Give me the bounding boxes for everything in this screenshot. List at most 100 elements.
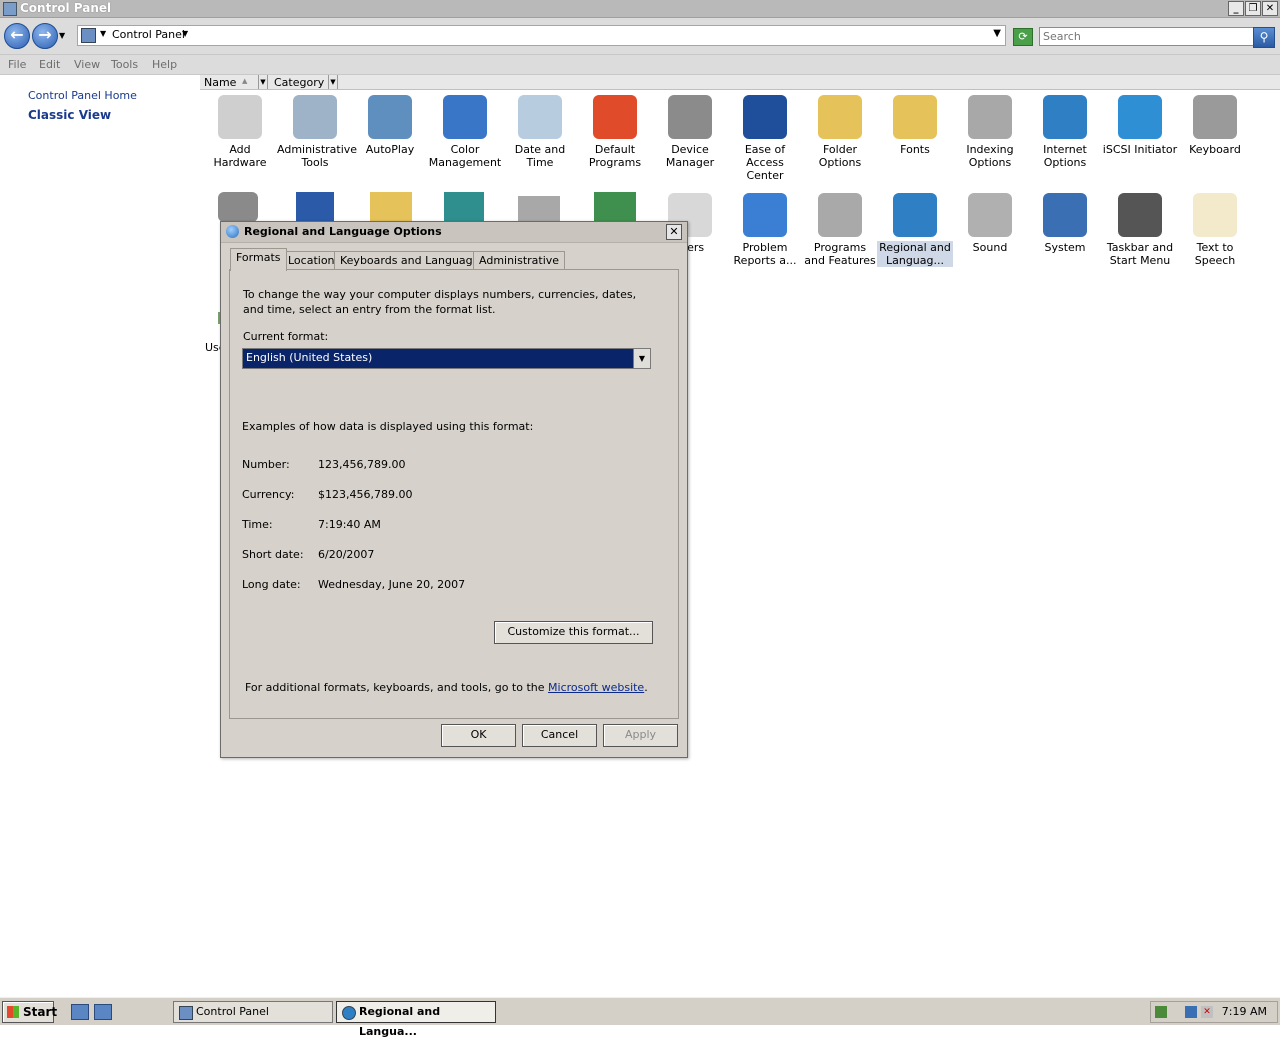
column-header-category[interactable]: Category <box>274 76 324 89</box>
menu-help[interactable]: Help <box>152 58 177 71</box>
globe-icon <box>342 1006 356 1020</box>
control-panel-item[interactable]: Sound <box>952 193 1028 254</box>
chevron-down-icon[interactable]: ▼ <box>182 29 188 38</box>
search-input[interactable] <box>1039 27 1255 46</box>
control-panel-item-label: Text to Speech <box>1194 241 1236 267</box>
address-dropdown-icon[interactable]: ▼ <box>993 28 1001 39</box>
column-name-dropdown-icon[interactable]: ▼ <box>258 75 268 89</box>
control-panel-item[interactable]: Ease of Access Center <box>727 95 803 182</box>
tab-location[interactable]: Location <box>282 251 341 270</box>
show-desktop-icon[interactable] <box>94 1004 112 1020</box>
control-panel-item[interactable]: Regional and Languag... <box>877 193 953 267</box>
globe-icon <box>226 225 239 238</box>
minimize-button[interactable]: _ <box>1228 1 1244 16</box>
column-header-name[interactable]: Name <box>204 76 236 89</box>
address-box[interactable]: ▼ Control Panel ▼ ▼ <box>77 25 1006 46</box>
indexing-options-icon <box>968 95 1012 139</box>
menu-edit[interactable]: Edit <box>39 58 60 71</box>
footer-period: . <box>644 681 648 694</box>
customize-format-button[interactable]: Customize this format... <box>494 621 653 644</box>
control-panel-item[interactable]: Folder Options <box>802 95 878 169</box>
apply-button[interactable]: Apply <box>603 724 678 747</box>
control-panel-item-label: iSCSI Initiator <box>1102 143 1178 156</box>
maximize-button[interactable]: ❐ <box>1245 1 1261 16</box>
close-button[interactable]: ✕ <box>1262 1 1278 16</box>
control-panel-item[interactable]: Date and Time <box>502 95 578 169</box>
folder-options-icon <box>818 95 862 139</box>
clock[interactable]: 7:19 AM <box>1222 1005 1267 1018</box>
task-label: Control Panel <box>196 1005 269 1018</box>
menu-bar: File Edit View Tools Help <box>0 55 1280 75</box>
system-icon <box>1043 193 1087 237</box>
programs-features-icon <box>818 193 862 237</box>
date-time-icon <box>518 95 562 139</box>
control-panel-item[interactable]: Programs and Features <box>802 193 878 267</box>
dialog-titlebar[interactable]: Regional and Language Options ✕ <box>221 222 687 243</box>
control-panel-item[interactable]: iSCSI Initiator <box>1102 95 1178 156</box>
taskbar-item-control-panel[interactable]: Control Panel <box>173 1001 333 1023</box>
start-button[interactable]: Start <box>2 1001 57 1023</box>
chevron-down-icon[interactable]: ▼ <box>633 349 650 368</box>
menu-view[interactable]: View <box>74 58 100 71</box>
network-center-icon[interactable] <box>296 192 334 222</box>
current-format-label: Current format: <box>243 330 329 343</box>
control-panel-item[interactable]: Color Management <box>427 95 503 169</box>
network-icon[interactable] <box>1185 1006 1197 1018</box>
control-panel-home-link[interactable]: Control Panel Home <box>28 89 137 102</box>
tab-keyboards-languages[interactable]: Keyboards and Languages <box>334 251 492 270</box>
control-panel-icon <box>3 2 17 16</box>
control-panel-item-label: Keyboard <box>1189 143 1241 156</box>
example-number-value: 123,456,789.00 <box>318 458 406 471</box>
control-panel-item[interactable]: Default Programs <box>577 95 653 169</box>
column-category-dropdown-icon[interactable]: ▼ <box>328 75 338 89</box>
menu-tools[interactable]: Tools <box>111 58 138 71</box>
classic-view-link[interactable]: Classic View <box>28 108 111 122</box>
pen-input-icon[interactable] <box>444 192 484 222</box>
taskbar-item-regional[interactable]: Regional and Langua... <box>336 1001 496 1038</box>
control-panel-item[interactable]: Keyboard <box>1177 95 1253 156</box>
control-panel-item[interactable]: Fonts <box>877 95 953 156</box>
control-panel-item-label: Ease of Access Center <box>744 143 786 182</box>
power-options-icon[interactable] <box>594 192 636 222</box>
control-panel-item[interactable]: System <box>1027 193 1103 254</box>
forward-button[interactable]: → <box>32 23 58 49</box>
control-panel-item-label: Fonts <box>900 143 930 156</box>
control-panel-item[interactable]: Problem Reports a... <box>727 193 803 267</box>
menu-file[interactable]: File <box>8 58 26 71</box>
control-panel-item[interactable]: Administrative Tools <box>277 95 357 169</box>
phone-modem-icon[interactable] <box>518 196 560 222</box>
current-format-select[interactable]: English (United States) ▼ <box>242 348 651 369</box>
control-panel-item-label: Programs and Features <box>804 241 876 267</box>
windows-logo-icon <box>7 1006 19 1018</box>
control-panel-item-label: Color Management <box>428 143 502 169</box>
control-panel-item-label: System <box>1044 241 1086 254</box>
recent-pages-chevron-icon[interactable]: ▼ <box>59 31 65 40</box>
breadcrumb-control-panel[interactable]: Control Panel <box>112 28 185 41</box>
mouse-icon[interactable] <box>218 192 258 222</box>
tab-administrative[interactable]: Administrative <box>473 251 566 270</box>
ok-button[interactable]: OK <box>441 724 516 747</box>
control-panel-item[interactable]: Add Hardware <box>202 95 278 169</box>
back-button[interactable]: ← <box>4 23 30 49</box>
control-panel-item[interactable]: Indexing Options <box>952 95 1028 169</box>
tab-formats[interactable]: Formats <box>230 248 287 271</box>
control-panel-item[interactable]: Taskbar and Start Menu <box>1102 193 1178 267</box>
control-panel-item[interactable]: AutoPlay <box>352 95 428 156</box>
volume-muted-icon[interactable]: ✕ <box>1201 1006 1213 1018</box>
cancel-button[interactable]: Cancel <box>522 724 597 747</box>
fonts-icon <box>893 95 937 139</box>
security-shield-icon[interactable] <box>1155 1006 1167 1018</box>
control-panel-item-label: AutoPlay <box>365 143 415 156</box>
offline-files-icon[interactable] <box>370 192 412 222</box>
dialog-close-button[interactable]: ✕ <box>666 224 682 240</box>
refresh-icon[interactable]: ⟳ <box>1013 28 1033 46</box>
search-icon[interactable]: ⚲ <box>1253 27 1275 48</box>
microsoft-website-link[interactable]: Microsoft website <box>548 681 644 694</box>
control-panel-item[interactable]: Device Manager <box>652 95 728 169</box>
add-hardware-icon <box>218 95 262 139</box>
chevron-down-icon[interactable]: ▼ <box>100 29 106 38</box>
administrative-tools-icon <box>293 95 337 139</box>
control-panel-item[interactable]: Text to Speech <box>1177 193 1253 267</box>
server-manager-icon[interactable] <box>71 1004 89 1020</box>
control-panel-item[interactable]: Internet Options <box>1027 95 1103 169</box>
